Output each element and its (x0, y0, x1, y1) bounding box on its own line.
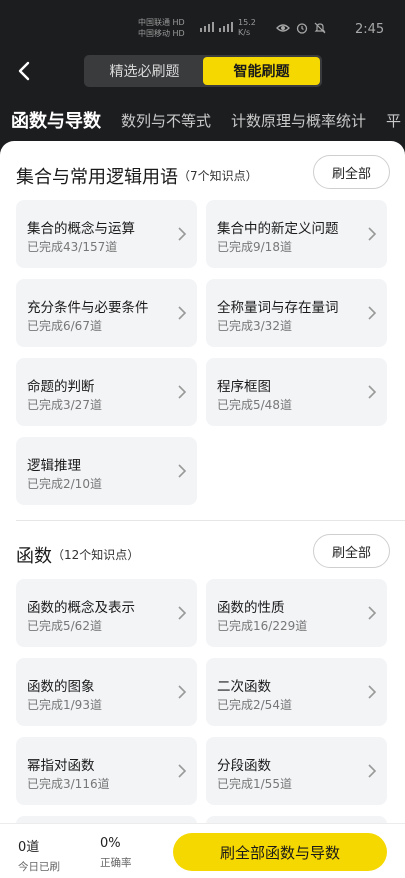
topic-title: 命题的判断 (27, 379, 95, 395)
net-speed-unit: K/s (238, 28, 251, 37)
topic-progress: 已完成5/48道 (217, 398, 292, 412)
bottom-bar: 0道 今日已刷 0% 正确率 刷全部函数与导数 (0, 823, 405, 878)
topic-card[interactable]: 命题的判断 已完成3/27道 (16, 358, 197, 426)
subject-tabs: 函数与导数 数列与不等式 计数原理与概率统计 平 (0, 100, 405, 140)
topic-card[interactable]: 幂指对函数 已完成3/116道 (16, 737, 197, 805)
topic-card[interactable]: 函数的概念及表示 已完成5/62道 (16, 579, 197, 647)
status-time: 2:45 (355, 22, 385, 37)
accuracy-label: 正确率 (100, 857, 132, 869)
alarm-icon (296, 23, 308, 34)
chevron-right-icon (178, 227, 187, 241)
tab-sequences-inequalities[interactable]: 数列与不等式 (121, 110, 211, 131)
topic-card[interactable]: 集合中的新定义问题 已完成9/18道 (206, 200, 387, 268)
topic-card[interactable]: 充分条件与必要条件 已完成6/67道 (16, 279, 197, 347)
practice-all-button[interactable]: 刷全部 (313, 155, 390, 189)
topic-card[interactable]: 全称量词与存在量词 已完成3/32道 (206, 279, 387, 347)
topic-progress: 已完成43/157道 (27, 240, 118, 254)
chevron-right-icon (178, 385, 187, 399)
section-title: 函数 (16, 546, 52, 567)
tab-next[interactable]: 平 (386, 110, 401, 131)
topic-title: 全称量词与存在量词 (217, 300, 339, 316)
topic-title: 函数的概念及表示 (27, 600, 135, 616)
topic-progress: 已完成3/116道 (27, 777, 110, 791)
topic-progress: 已完成1/55道 (217, 777, 292, 791)
topic-title: 分段函数 (217, 758, 271, 774)
chevron-right-icon (178, 306, 187, 320)
chevron-right-icon (368, 385, 377, 399)
carrier-2: 中国移动 HD (138, 29, 185, 38)
accuracy-stat: 0% 正确率 (100, 836, 132, 870)
chevron-right-icon (178, 464, 187, 478)
segment-smart-practice[interactable]: 智能刷题 (203, 57, 320, 85)
topic-progress: 已完成3/27道 (27, 398, 102, 412)
accuracy-value: 0% (100, 836, 121, 851)
topic-card[interactable]: 集合的概念与运算 已完成43/157道 (16, 200, 197, 268)
section-title: 集合与常用逻辑用语 (16, 167, 178, 188)
topic-progress: 已完成6/67道 (27, 319, 102, 333)
topic-progress: 已完成3/32道 (217, 319, 292, 333)
net-speed-value: 15.2 (238, 18, 256, 27)
eye-icon (276, 24, 290, 32)
topic-title: 集合中的新定义问题 (217, 221, 339, 237)
practice-all-button[interactable]: 刷全部 (313, 534, 390, 568)
chevron-right-icon (368, 606, 377, 620)
topic-title: 函数的性质 (217, 600, 285, 616)
chevron-right-icon (368, 764, 377, 778)
topic-progress: 已完成16/229道 (217, 619, 308, 633)
topic-title: 充分条件与必要条件 (27, 300, 149, 316)
topic-card[interactable]: 函数的图象 已完成1/93道 (16, 658, 197, 726)
topic-progress: 已完成2/10道 (27, 477, 102, 491)
signal-icon (200, 22, 233, 32)
back-arrow-icon (18, 61, 30, 81)
back-button[interactable] (12, 58, 38, 84)
topic-progress: 已完成5/62道 (27, 619, 102, 633)
topic-card[interactable]: 逻辑推理 已完成2/10道 (16, 437, 197, 505)
topic-title: 逻辑推理 (27, 458, 81, 474)
chevron-right-icon (368, 685, 377, 699)
carrier-1: 中国联通 HD (138, 18, 185, 27)
section-header: 函数 （12个知识点） 刷全部 (0, 534, 405, 574)
topic-card[interactable]: 分段函数 已完成1/55道 (206, 737, 387, 805)
topic-card[interactable]: 二次函数 已完成2/54道 (206, 658, 387, 726)
section-count: （12个知识点） (52, 548, 140, 562)
chevron-right-icon (178, 764, 187, 778)
chevron-right-icon (368, 227, 377, 241)
practice-all-subject-button[interactable]: 刷全部函数与导数 (173, 833, 387, 871)
mute-icon (314, 22, 326, 34)
topic-card[interactable]: 程序框图 已完成5/48道 (206, 358, 387, 426)
section-divider (16, 520, 405, 521)
status-bar: 中国联通 HD 中国移动 HD 15.2 K/s 2:45 (0, 0, 405, 50)
today-label: 今日已刷 (18, 861, 60, 873)
topic-card[interactable]: 函数的性质 已完成16/229道 (206, 579, 387, 647)
topic-title: 二次函数 (217, 679, 271, 695)
tab-counting-probability[interactable]: 计数原理与概率统计 (231, 110, 366, 131)
topic-progress: 已完成9/18道 (217, 240, 292, 254)
today-stat: 0道 今日已刷 (18, 836, 60, 874)
carrier-info: 中国联通 HD 中国移动 HD (138, 17, 185, 39)
topic-title: 集合的概念与运算 (27, 221, 135, 237)
section-count: （7个知识点） (178, 169, 258, 183)
content-sheet: 集合与常用逻辑用语 （7个知识点） 刷全部 集合的概念与运算 已完成43/157… (0, 141, 405, 878)
section-header: 集合与常用逻辑用语 （7个知识点） 刷全部 (0, 155, 405, 195)
status-icons (276, 22, 326, 34)
chevron-right-icon (178, 685, 187, 699)
topic-progress: 已完成2/54道 (217, 698, 292, 712)
topic-progress: 已完成1/93道 (27, 698, 102, 712)
topic-title: 程序框图 (217, 379, 271, 395)
tab-functions-derivatives[interactable]: 函数与导数 (11, 107, 101, 133)
mode-switch: 精选必刷题 智能刷题 (84, 55, 322, 87)
today-count: 0道 (18, 840, 40, 855)
chevron-right-icon (178, 606, 187, 620)
topic-title: 函数的图象 (27, 679, 95, 695)
segment-selected-questions[interactable]: 精选必刷题 (86, 57, 203, 85)
topic-title: 幂指对函数 (27, 758, 95, 774)
net-speed: 15.2 K/s (238, 18, 256, 38)
chevron-right-icon (368, 306, 377, 320)
